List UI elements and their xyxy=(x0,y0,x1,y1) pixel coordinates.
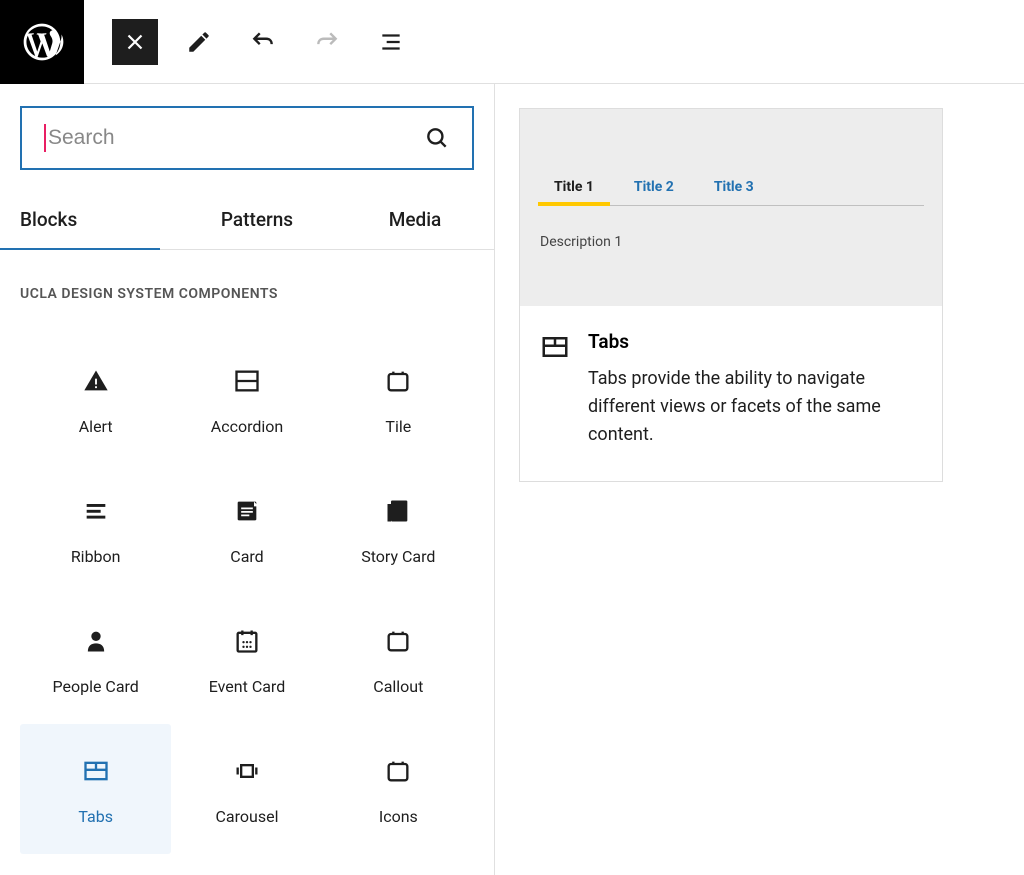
undo-button[interactable] xyxy=(240,19,286,65)
block-inserter-panel: Blocks Patterns Media UCLA DESIGN SYSTEM… xyxy=(0,84,495,875)
block-label: Tabs xyxy=(78,807,113,826)
redo-icon xyxy=(314,29,340,55)
redo-button[interactable] xyxy=(304,19,350,65)
tab-blocks[interactable]: Blocks xyxy=(0,192,178,249)
block-event-card[interactable]: Event Card xyxy=(171,594,322,724)
story-card-icon xyxy=(384,497,412,525)
block-label: Story Card xyxy=(361,547,435,566)
block-preview-panel: Title 1 Title 2 Title 3 Description 1 Ta… xyxy=(495,84,1024,875)
block-tabs[interactable]: Tabs xyxy=(20,724,171,854)
list-view-button[interactable] xyxy=(368,19,414,65)
category-title: UCLA DESIGN SYSTEM COMPONENTS xyxy=(20,286,474,302)
carousel-icon xyxy=(233,757,261,785)
block-label: Accordion xyxy=(211,417,283,436)
tabs-icon xyxy=(82,757,110,785)
accordion-icon xyxy=(233,367,261,395)
search-box[interactable] xyxy=(20,106,474,170)
block-label: Alert xyxy=(79,417,113,436)
preview-tab-2[interactable]: Title 2 xyxy=(634,179,674,205)
block-label: Card xyxy=(230,547,263,566)
icons-icon xyxy=(384,757,412,785)
block-story-card[interactable]: Story Card xyxy=(323,464,474,594)
preview-info: Tabs Tabs provide the ability to navigat… xyxy=(520,306,942,481)
tab-patterns[interactable]: Patterns xyxy=(178,192,336,249)
inserter-tabs: Blocks Patterns Media xyxy=(0,192,494,250)
alert-icon xyxy=(82,367,110,395)
blocks-grid: Alert Accordion Tile xyxy=(20,334,474,854)
callout-icon xyxy=(384,627,412,655)
block-label: Event Card xyxy=(209,677,285,696)
edit-button[interactable] xyxy=(176,19,222,65)
block-people-card[interactable]: People Card xyxy=(20,594,171,724)
wordpress-logo[interactable] xyxy=(0,0,84,84)
search-cursor xyxy=(44,124,46,152)
pencil-icon xyxy=(186,29,212,55)
block-icons[interactable]: Icons xyxy=(323,724,474,854)
block-ribbon[interactable]: Ribbon xyxy=(20,464,171,594)
preview-info-text: Tabs Tabs provide the ability to navigat… xyxy=(588,330,922,449)
wordpress-icon xyxy=(20,20,64,64)
main-content: Blocks Patterns Media UCLA DESIGN SYSTEM… xyxy=(0,84,1024,875)
close-icon xyxy=(122,29,148,55)
list-icon xyxy=(378,29,404,55)
block-carousel[interactable]: Carousel xyxy=(171,724,322,854)
block-callout[interactable]: Callout xyxy=(323,594,474,724)
block-tile[interactable]: Tile xyxy=(323,334,474,464)
preview-info-body: Tabs provide the ability to navigate dif… xyxy=(588,365,922,449)
search-input[interactable] xyxy=(48,126,424,150)
block-label: Tile xyxy=(385,417,411,436)
editor-header xyxy=(0,0,1024,84)
search-icon xyxy=(424,125,450,151)
block-accordion[interactable]: Accordion xyxy=(171,334,322,464)
block-label: People Card xyxy=(52,677,138,696)
preview-description: Description 1 xyxy=(538,234,924,250)
card-icon xyxy=(233,497,261,525)
block-label: Ribbon xyxy=(71,547,121,566)
undo-icon xyxy=(250,29,276,55)
preview-tab-1[interactable]: Title 1 xyxy=(554,179,594,205)
ribbon-icon xyxy=(82,497,110,525)
preview-render: Title 1 Title 2 Title 3 Description 1 xyxy=(520,109,942,306)
block-label: Icons xyxy=(379,807,418,826)
calendar-icon xyxy=(233,627,261,655)
tab-media[interactable]: Media xyxy=(336,192,494,249)
preview-info-title: Tabs xyxy=(588,330,922,353)
block-alert[interactable]: Alert xyxy=(20,334,171,464)
preview-tabs: Title 1 Title 2 Title 3 xyxy=(538,179,924,206)
block-label: Callout xyxy=(373,677,423,696)
person-icon xyxy=(82,627,110,655)
block-label: Carousel xyxy=(216,807,279,826)
block-card[interactable]: Card xyxy=(171,464,322,594)
tile-icon xyxy=(384,367,412,395)
preview-card: Title 1 Title 2 Title 3 Description 1 Ta… xyxy=(519,108,943,482)
close-button[interactable] xyxy=(112,19,158,65)
preview-tab-3[interactable]: Title 3 xyxy=(714,179,754,205)
toolbar xyxy=(84,19,414,65)
tabs-icon xyxy=(540,332,570,362)
